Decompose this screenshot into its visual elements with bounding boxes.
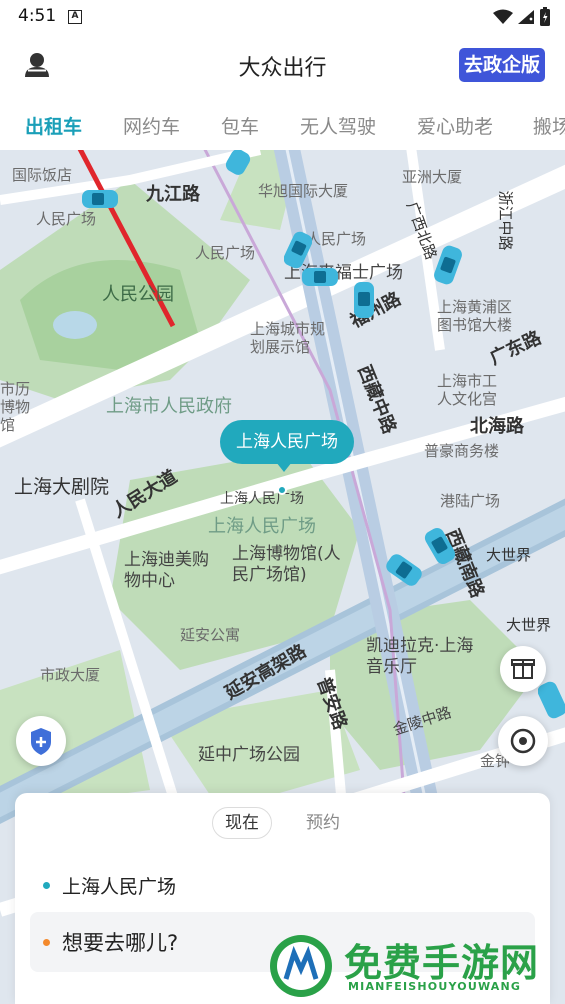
pickup-pin-dot bbox=[277, 485, 287, 495]
map-road-label: 北海路 bbox=[470, 416, 524, 437]
origin-text: 上海人民广场 bbox=[62, 875, 177, 898]
map-label: 大世界 bbox=[486, 546, 532, 564]
map-label: 港陆广场 bbox=[440, 492, 501, 510]
map-road-label: 浙江中路 bbox=[496, 190, 515, 251]
tab-moving[interactable]: 搬场 bbox=[533, 112, 565, 139]
pickup-pin-label[interactable]: 上海人民广场 bbox=[220, 420, 354, 464]
status-bar: 4:51 A bbox=[0, 0, 565, 34]
top-nav: 大众出行 去政企版 bbox=[0, 34, 565, 98]
taxi-marker bbox=[434, 245, 462, 285]
tab-reserve[interactable]: 预约 bbox=[293, 807, 353, 839]
status-time: 4:51 bbox=[18, 6, 57, 26]
taxi-marker bbox=[354, 282, 374, 318]
tab-now[interactable]: 现在 bbox=[211, 807, 272, 839]
map-label: 人民广场 bbox=[306, 230, 367, 248]
locate-icon bbox=[510, 728, 536, 754]
shield-icon bbox=[31, 728, 51, 755]
map-label: 大世界 bbox=[506, 616, 552, 634]
origin-row[interactable]: 上海人民广场 bbox=[43, 869, 176, 901]
enterprise-version-button[interactable]: 去政企版 bbox=[459, 48, 545, 82]
destination-placeholder: 想要去哪儿? bbox=[62, 931, 179, 955]
map-label: 上海大剧院 bbox=[14, 476, 110, 498]
map-label: 人民广场 bbox=[195, 244, 256, 262]
map-label: 上海城市规划展示馆 bbox=[250, 320, 326, 356]
tab-charter[interactable]: 包车 bbox=[221, 112, 259, 139]
tab-autonomous[interactable]: 无人驾驶 bbox=[300, 112, 376, 139]
map-label: 上海市工人文化宫 bbox=[437, 372, 498, 408]
taxi-marker bbox=[302, 268, 338, 286]
map-label: 人民广场 bbox=[36, 210, 97, 228]
map-label: 凯迪拉克·上海音乐厅 bbox=[366, 636, 474, 677]
tab-taxi[interactable]: 出租车 bbox=[25, 112, 82, 139]
map-label: 上海人民广场 bbox=[208, 516, 316, 537]
map-label: 普豪商务楼 bbox=[424, 442, 500, 460]
map-label: 上海迪美购物中心 bbox=[124, 550, 209, 591]
map-label: 国际饭店 bbox=[12, 166, 73, 184]
map-label: 市政大厦 bbox=[40, 666, 101, 684]
gift-button[interactable] bbox=[500, 646, 546, 692]
origin-dot bbox=[43, 881, 50, 889]
taxi-marker bbox=[424, 527, 456, 565]
taxi-marker bbox=[225, 150, 251, 175]
map-label: 亚洲大厦 bbox=[402, 168, 463, 186]
map-label: 上海博物馆(人民广场馆) bbox=[232, 544, 341, 585]
watermark-logo-icon bbox=[270, 935, 332, 997]
map-label: 市历博物馆 bbox=[0, 380, 31, 434]
signal-icon bbox=[518, 10, 534, 24]
notification-icon: A bbox=[68, 10, 82, 24]
tab-elderly-care[interactable]: 爱心助老 bbox=[417, 112, 493, 139]
watermark-subtitle: MIANFEISHOUYOUWANG bbox=[348, 980, 522, 993]
taxi-marker bbox=[284, 231, 312, 269]
watermark: 免费手游网 MIANFEISHOUYOUWANG bbox=[268, 930, 558, 1000]
wifi-icon bbox=[493, 9, 513, 24]
map-label: 上海人民广场 bbox=[220, 491, 304, 507]
map-label: 华旭国际大厦 bbox=[258, 182, 349, 200]
status-icons bbox=[493, 7, 551, 27]
map-label: 延中广场公园 bbox=[198, 745, 300, 765]
tab-ride-hailing[interactable]: 网约车 bbox=[123, 112, 180, 139]
taxi-marker bbox=[386, 554, 422, 586]
battery-icon bbox=[540, 7, 550, 26]
gift-icon bbox=[511, 659, 535, 679]
locate-me-button[interactable] bbox=[498, 716, 548, 766]
watermark-title: 免费手游网 bbox=[344, 941, 540, 985]
safety-shield-button[interactable] bbox=[16, 716, 66, 766]
map-road-label: 九江路 bbox=[146, 184, 200, 205]
map-label: 上海黄浦区图书馆大楼 bbox=[437, 298, 513, 334]
time-tabs: 现在 预约 bbox=[15, 807, 550, 841]
taxi-marker bbox=[82, 190, 118, 208]
map-label: 上海市人民政府 bbox=[106, 396, 232, 417]
map-label: 延安公寓 bbox=[180, 626, 241, 644]
pickup-pin-tail bbox=[276, 462, 292, 472]
service-tabs: 出租车 网约车 包车 无人驾驶 爱心助老 搬场 bbox=[0, 98, 565, 150]
destination-dot bbox=[43, 938, 50, 946]
map-park-label: 人民公园 bbox=[102, 284, 174, 305]
